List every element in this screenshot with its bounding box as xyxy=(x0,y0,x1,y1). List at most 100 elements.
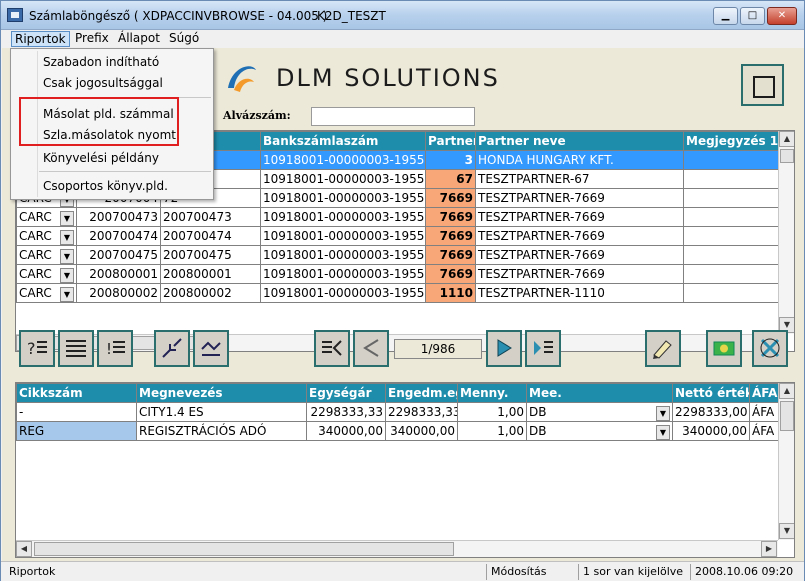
type-combo[interactable]: CARC ▼ xyxy=(19,248,74,264)
partner-name-cell[interactable]: TESZTPARTNER-7669 xyxy=(475,207,684,227)
col-egysegar-header[interactable]: Egységár xyxy=(306,383,386,403)
col-bank-header[interactable]: Bankszámlaszám xyxy=(260,131,426,151)
note-cell[interactable] xyxy=(683,226,779,246)
partner-cell[interactable]: 1110 xyxy=(425,283,476,303)
partner-name-cell[interactable]: TESZTPARTNER-7669 xyxy=(475,188,684,208)
chevron-down-icon[interactable]: ▼ xyxy=(60,230,74,245)
type-cell[interactable]: CARC ▼ xyxy=(16,264,77,284)
mee-combo[interactable]: DB ▼ xyxy=(529,405,670,421)
menu-item-szabadon[interactable]: Szabadon indítható xyxy=(43,55,159,69)
afa-cell[interactable]: ÁFA xyxy=(749,402,779,422)
alvazszam-input[interactable] xyxy=(311,107,475,126)
bank-cell[interactable]: 10918001-00000003-195500 xyxy=(260,207,426,227)
menu-sugo[interactable]: Súgó xyxy=(166,31,202,47)
col-partner-name-header[interactable]: Partner neve xyxy=(475,131,684,151)
megnevezes-cell[interactable]: REGISZTRÁCIÓS ADÓ xyxy=(136,421,307,441)
note-cell[interactable] xyxy=(683,207,779,227)
col-note-header[interactable]: Megjegyzés 1. xyxy=(683,131,779,151)
menu-allapot[interactable]: Állapot xyxy=(115,31,163,47)
table-row[interactable]: CARC ▼ 200800001 200800001 10918001-00000003… xyxy=(16,264,779,284)
num2-cell[interactable]: 200800002 xyxy=(160,283,261,303)
table-row[interactable]: - CITY1.4 ES 2298333,33 2298333,33 1,00 DB ▼ 22… xyxy=(16,402,779,422)
type-cell[interactable]: CARC ▼ xyxy=(16,283,77,303)
num1-cell[interactable]: 200700474 xyxy=(76,226,161,246)
partner-name-cell[interactable]: HONDA HUNGARY KFT. xyxy=(475,150,684,170)
chevron-down-icon[interactable]: ▼ xyxy=(60,211,74,226)
export-button[interactable] xyxy=(741,64,784,106)
partner-name-cell[interactable]: TESZTPARTNER-1110 xyxy=(475,283,684,303)
col-megnevezes-header[interactable]: Megnevezés xyxy=(136,383,307,403)
menu-item-csoportos[interactable]: Csoportos könyv.pld. xyxy=(43,179,168,193)
item-scroll-left-arrow[interactable]: ◀ xyxy=(16,541,32,557)
bank-cell[interactable]: 10918001-00000003-195500 xyxy=(260,169,426,189)
partner-name-cell[interactable]: TESZTPARTNER-7669 xyxy=(475,226,684,246)
item-hscroll[interactable]: ◀ ▶ xyxy=(16,540,778,557)
col-menny-header[interactable]: Menny. xyxy=(457,383,527,403)
num1-cell[interactable]: 200800002 xyxy=(76,283,161,303)
minimize-button[interactable]: ▁ xyxy=(713,7,738,25)
note-cell[interactable] xyxy=(683,169,779,189)
alert-list-button[interactable]: ! xyxy=(97,330,133,367)
menu-prefix[interactable]: Prefix xyxy=(72,31,112,47)
num2-cell[interactable]: 200700475 xyxy=(160,245,261,265)
col-mee-header[interactable]: Mee. xyxy=(526,383,673,403)
chevron-down-icon[interactable]: ▼ xyxy=(60,249,74,264)
invoice-vscroll[interactable]: ▲ ▼ xyxy=(778,131,794,334)
item-hscroll-thumb[interactable] xyxy=(34,542,454,556)
scroll-up-arrow[interactable]: ▲ xyxy=(779,131,794,147)
item-scroll-thumb[interactable] xyxy=(780,401,794,431)
menny-cell[interactable]: 1,00 xyxy=(457,402,527,422)
partner-cell[interactable]: 7669 xyxy=(425,245,476,265)
engedm-cell[interactable]: 2298333,33 xyxy=(385,402,458,422)
note-cell[interactable] xyxy=(683,150,779,170)
egysegar-cell[interactable]: 2298333,33 xyxy=(306,402,386,422)
prev-page-button[interactable] xyxy=(353,330,389,367)
col-cikkszam-header[interactable]: Cikkszám xyxy=(16,383,137,403)
bank-cell[interactable]: 10918001-00000003-195500 xyxy=(260,245,426,265)
table-row[interactable]: CARC ▼ 200700473 200700473 10918001-00000003… xyxy=(16,207,779,227)
item-vscroll[interactable]: ▲ ▼ xyxy=(778,383,794,540)
item-scroll-right-arrow[interactable]: ▶ xyxy=(761,541,777,557)
cikkszam-cell[interactable]: - xyxy=(16,402,137,422)
num2-cell[interactable]: 200700474 xyxy=(160,226,261,246)
exit-button[interactable] xyxy=(752,330,788,367)
col-engedm-header[interactable]: Engedm.eg xyxy=(385,383,458,403)
partner-cell[interactable]: 7669 xyxy=(425,207,476,227)
partner-cell[interactable]: 67 xyxy=(425,169,476,189)
item-scroll-down-arrow[interactable]: ▼ xyxy=(779,523,794,539)
note-cell[interactable] xyxy=(683,245,779,265)
num1-cell[interactable]: 200800001 xyxy=(76,264,161,284)
egysegar-cell[interactable]: 340000,00 xyxy=(306,421,386,441)
bank-cell[interactable]: 10918001-00000003-195500 xyxy=(260,150,426,170)
chevron-down-icon[interactable]: ▼ xyxy=(60,287,74,302)
type-cell[interactable]: CARC ▼ xyxy=(16,226,77,246)
type-combo[interactable]: CARC ▼ xyxy=(19,210,74,226)
edit-document-button[interactable] xyxy=(645,330,681,367)
chevron-down-icon[interactable]: ▼ xyxy=(656,425,670,440)
partner-name-cell[interactable]: TESZTPARTNER-7669 xyxy=(475,245,684,265)
note-cell[interactable] xyxy=(683,283,779,303)
help-list-button[interactable]: ? xyxy=(19,330,55,367)
afa-cell[interactable]: ÁFA xyxy=(749,421,779,441)
partner-cell[interactable]: 7669 xyxy=(425,188,476,208)
col-partner-header[interactable]: Partner xyxy=(425,131,476,151)
next-page-button[interactable] xyxy=(486,330,522,367)
num2-cell[interactable]: 200800001 xyxy=(160,264,261,284)
close-button[interactable]: ✕ xyxy=(767,7,797,25)
money-button[interactable] xyxy=(706,330,742,367)
last-page-button[interactable] xyxy=(525,330,561,367)
mee-cell[interactable]: DB ▼ xyxy=(526,402,673,422)
netto-cell[interactable]: 2298333,00 xyxy=(672,402,750,422)
expand-button[interactable] xyxy=(193,330,229,367)
menu-item-jogosultsag[interactable]: Csak jogosultsággal xyxy=(43,76,163,90)
engedm-cell[interactable]: 340000,00 xyxy=(385,421,458,441)
chevron-down-icon[interactable]: ▼ xyxy=(656,406,670,421)
num1-cell[interactable]: 200700475 xyxy=(76,245,161,265)
bank-cell[interactable]: 10918001-00000003-195500 xyxy=(260,264,426,284)
collapse-button[interactable] xyxy=(154,330,190,367)
menu-riportok[interactable]: Riportok xyxy=(11,31,70,47)
type-cell[interactable]: CARC ▼ xyxy=(16,207,77,227)
table-row[interactable]: CARC ▼ 200700474 200700474 10918001-00000003… xyxy=(16,226,779,246)
partner-name-cell[interactable]: TESZTPARTNER-7669 xyxy=(475,264,684,284)
num1-cell[interactable]: 200700473 xyxy=(76,207,161,227)
